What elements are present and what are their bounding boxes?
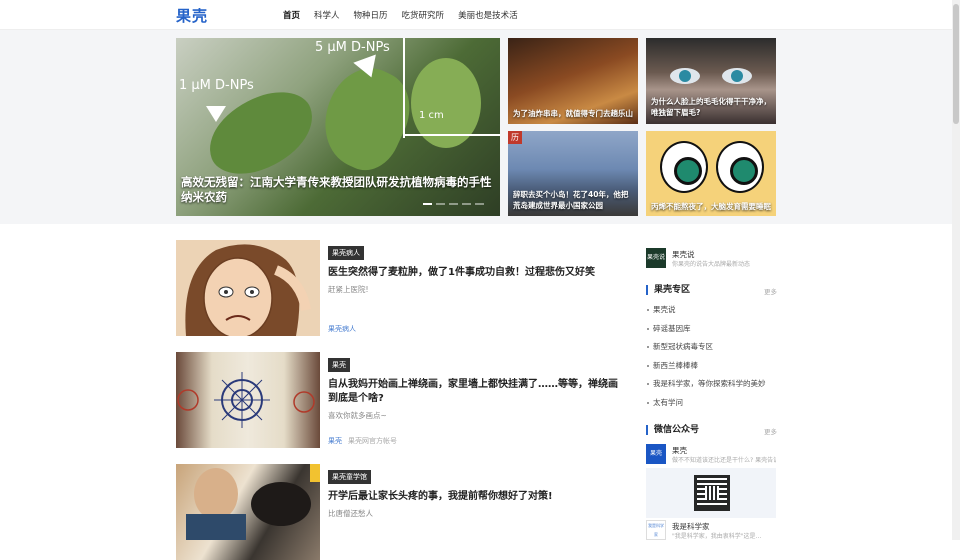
main-nav: 首页 科学人 物种日历 吃货研究所 美丽也是技术活 <box>283 9 518 21</box>
zone-item[interactable]: 太有学问 <box>646 398 776 417</box>
zone-list: 果壳说 碎谣基因库 新型冠状病毒专区 新西兰棒棒棒 我是科学家，等你探索科学的美… <box>646 305 776 417</box>
article-thumbnail[interactable] <box>176 352 320 448</box>
article-source[interactable]: 果壳 <box>328 437 342 445</box>
article-title[interactable]: 医生突然得了麦粒肿，做了1件事成功自救！过程悲伤又好笑 <box>328 266 626 280</box>
article-item[interactable]: 果壳 自从我妈开始画上禅绕画，家里墙上都快挂满了……等等，禅绕画到底是个啥? 喜… <box>176 352 626 448</box>
carousel-dot[interactable] <box>462 203 471 205</box>
article-thumbnail[interactable] <box>176 464 320 560</box>
hero-tile-eyebrows[interactable]: 为什么人脸上的毛毛化得干干净净，唯独留下眉毛? <box>646 38 776 124</box>
carousel-dot[interactable] <box>449 203 458 205</box>
article-item[interactable]: 果壳病人 医生突然得了麦粒肿，做了1件事成功自救！过程悲伤又好笑 赶紧上医院! … <box>176 240 626 336</box>
scrollbar-thumb[interactable] <box>953 4 959 124</box>
avatar[interactable]: 果壳 <box>646 444 666 464</box>
article-source[interactable]: 果壳病人 <box>328 325 356 333</box>
calendar-tag: 历 <box>508 131 522 144</box>
zone-more-link[interactable]: 更多 <box>764 286 777 296</box>
article-badge[interactable]: 果壳 <box>328 358 350 372</box>
article-author: 果壳网官方帐号 <box>348 437 397 445</box>
avatar[interactable]: 我是科学家 <box>646 520 666 540</box>
zone-item[interactable]: 新西兰棒棒棒 <box>646 361 776 380</box>
qr-code-panel <box>646 468 776 518</box>
article-badge[interactable]: 果壳病人 <box>328 246 364 260</box>
hero-main-slide[interactable]: 1 μM D-NPs 5 μM D-NPs 1 cm 高效无残留：江南大学青传来… <box>176 38 500 216</box>
wechat-account[interactable]: 果壳 果壳 做不不知道该还比还是干什么? 果壳告诉你 <box>646 444 776 466</box>
zentangle-illustration <box>177 372 315 428</box>
hero-tile-sleep[interactable]: 丙烯不能熬夜了，大脑发育需要睡眠 <box>646 131 776 216</box>
hero-tile-fried-skewers[interactable]: 为了油炸串串，就值得专门去趟乐山 <box>508 38 638 124</box>
article-body: 果壳 自从我妈开始画上禅绕画，家里墙上都快挂满了……等等，禅绕画到底是个啥? 喜… <box>328 352 626 448</box>
page-scrollbar[interactable] <box>952 0 960 540</box>
qr-code-icon[interactable] <box>694 475 730 511</box>
cartoon-eye <box>716 141 764 193</box>
zone-item[interactable]: 碎谣基因库 <box>646 324 776 343</box>
sidebar-account[interactable]: 果壳说 果壳说 你果壳的说告大品牌最新动态 <box>646 248 776 270</box>
leaf-shape <box>197 81 325 185</box>
article-thumbnail[interactable] <box>176 240 320 336</box>
carousel-dot[interactable] <box>475 203 484 205</box>
article-desc: 喜欢你就多画点~ <box>328 411 387 420</box>
panel-divider <box>403 38 405 138</box>
article-title[interactable]: 开学后最让家长头疼的事，我提前帮你想好了对策! <box>328 490 626 504</box>
hero-tile-caption: 为了油炸串串，就值得专门去趟乐山 <box>513 109 633 118</box>
wechat-account[interactable]: 我是科学家 我是科学家 "我是科学家，我由衷科学"这是… <box>646 520 776 542</box>
avatar[interactable]: 果壳说 <box>646 248 666 268</box>
cartoon-eye <box>660 141 708 193</box>
nav-item-scientist[interactable]: 科学人 <box>314 9 340 21</box>
nav-item-species-calendar[interactable]: 物种日历 <box>354 9 388 21</box>
site-logo[interactable]: 果壳 <box>176 5 208 26</box>
article-title[interactable]: 自从我妈开始画上禅绕画，家里墙上都快挂满了……等等，禅绕画到底是个啥? <box>328 378 626 406</box>
nav-item-foodie-lab[interactable]: 吃货研究所 <box>402 9 445 21</box>
wechat-account-desc: "我是科学家，我由衷科学"这是… <box>672 533 762 540</box>
article-badge[interactable]: 果壳童学馆 <box>328 470 371 484</box>
hero-tile-caption: 丙烯不能熬夜了，大脑发育需要睡眠 <box>651 202 771 211</box>
article-meta: 果壳病人 <box>328 324 356 334</box>
wechat-more-link[interactable]: 更多 <box>764 426 777 436</box>
carousel-dot[interactable] <box>436 203 445 205</box>
eye-shape <box>670 68 700 84</box>
nav-item-home[interactable]: 首页 <box>283 9 300 21</box>
top-bar: 果壳 首页 科学人 物种日历 吃货研究所 美丽也是技术活 <box>0 0 952 30</box>
panel-divider <box>403 134 500 136</box>
hero-tile-caption: 辞职去买个小岛！花了40年，他把荒岛建成世界最小国家公园 <box>513 190 629 210</box>
hero-main-caption: 高效无残留：江南大学青传来教授团队研发抗植物病毒的手性纳米农药 <box>181 175 492 204</box>
article-desc: 比唐僧还愁人 <box>328 509 373 518</box>
wechat-account-desc: 做不不知道该还比还是干什么? 果壳告诉你 <box>672 457 776 464</box>
article-item[interactable]: 果壳童学馆 开学后最让家长头疼的事，我提前帮你想好了对策! 比唐僧还愁人 <box>176 464 626 560</box>
arrow-icon <box>206 106 226 122</box>
hero-tile-caption: 为什么人脸上的毛毛化得干干净净，唯独留下眉毛? <box>651 97 771 117</box>
article-body: 果壳病人 医生突然得了麦粒肿，做了1件事成功自救！过程悲伤又好笑 赶紧上医院! … <box>328 240 626 336</box>
zone-item[interactable]: 果壳说 <box>646 305 776 324</box>
account-desc: 你果壳的说告大品牌最新动态 <box>672 261 751 268</box>
hero-tile-island[interactable]: 历 辞职去买个小岛！花了40年，他把荒岛建成世界最小国家公园 <box>508 131 638 216</box>
image-label: 5 μM D-NPs <box>315 40 390 55</box>
cartoon-face-illustration <box>176 240 320 336</box>
nav-item-beauty-tech[interactable]: 美丽也是技术活 <box>458 9 518 21</box>
eye-shape <box>722 68 752 84</box>
carousel-dots <box>423 203 484 205</box>
wechat-section-title: 微信公众号 <box>646 425 699 435</box>
article-desc: 赶紧上医院! <box>328 285 369 294</box>
zone-item[interactable]: 新型冠状病毒专区 <box>646 342 776 361</box>
parent-child-photo <box>186 464 320 540</box>
article-meta: 果壳 果壳网官方帐号 <box>328 436 397 446</box>
carousel-dot[interactable] <box>423 203 432 205</box>
zone-item[interactable]: 我是科学家，等你探索科学的美妙 <box>646 379 776 398</box>
hero-section: 1 μM D-NPs 5 μM D-NPs 1 cm 高效无残留：江南大学青传来… <box>0 30 952 224</box>
image-label: 1 μM D-NPs <box>179 78 254 93</box>
scale-label: 1 cm <box>419 110 444 121</box>
zone-section-title: 果壳专区 <box>646 285 690 295</box>
article-body: 果壳童学馆 开学后最让家长头疼的事，我提前帮你想好了对策! 比唐僧还愁人 <box>328 464 626 560</box>
